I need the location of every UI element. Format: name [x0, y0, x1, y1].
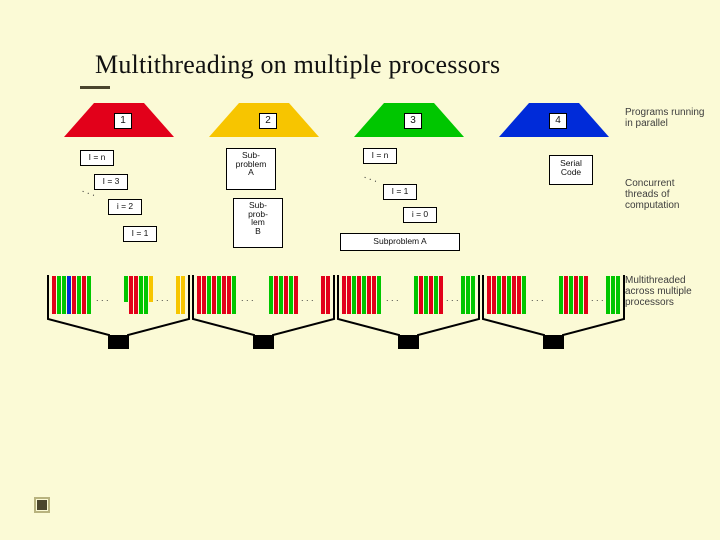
processor-4: . . . . . .: [481, 273, 626, 343]
col2-box-a: Sub- problem A: [226, 148, 276, 190]
legend-programs: Programs running in parallel: [625, 107, 705, 129]
processor-2: . . . . . .: [191, 273, 336, 343]
program-3-label: 3: [404, 113, 422, 129]
col1-box-d: I = 1: [123, 226, 157, 242]
legend-threads: Concurrent threads of computation: [625, 178, 710, 211]
page-title: Multithreading on multiple processors: [95, 50, 500, 80]
program-4-label: 4: [549, 113, 567, 129]
col3-box-a: I = n: [363, 148, 397, 164]
col1-box-c: i = 2: [108, 199, 142, 215]
title-underline: [80, 86, 110, 89]
col2-box-b: Sub- prob- lem B: [233, 198, 283, 248]
col3-box-c: i = 0: [403, 207, 437, 223]
legend-processors: Multithreaded across multiple processors: [625, 275, 710, 308]
col3-box-d: Subproblem A: [340, 233, 460, 251]
program-2-label: 2: [259, 113, 277, 129]
col4-box-a: Serial Code: [549, 155, 593, 185]
processor-3: . . . . . .: [336, 273, 481, 343]
col3-dots: . . .: [363, 170, 380, 185]
col1-box-b: I = 3: [94, 174, 128, 190]
program-1-label: 1: [114, 113, 132, 129]
col3-box-b: I = 1: [383, 184, 417, 200]
col1-box-a: I = n: [80, 150, 114, 166]
processor-1: . . . . . .: [46, 273, 191, 343]
footer-marker: [37, 500, 47, 510]
